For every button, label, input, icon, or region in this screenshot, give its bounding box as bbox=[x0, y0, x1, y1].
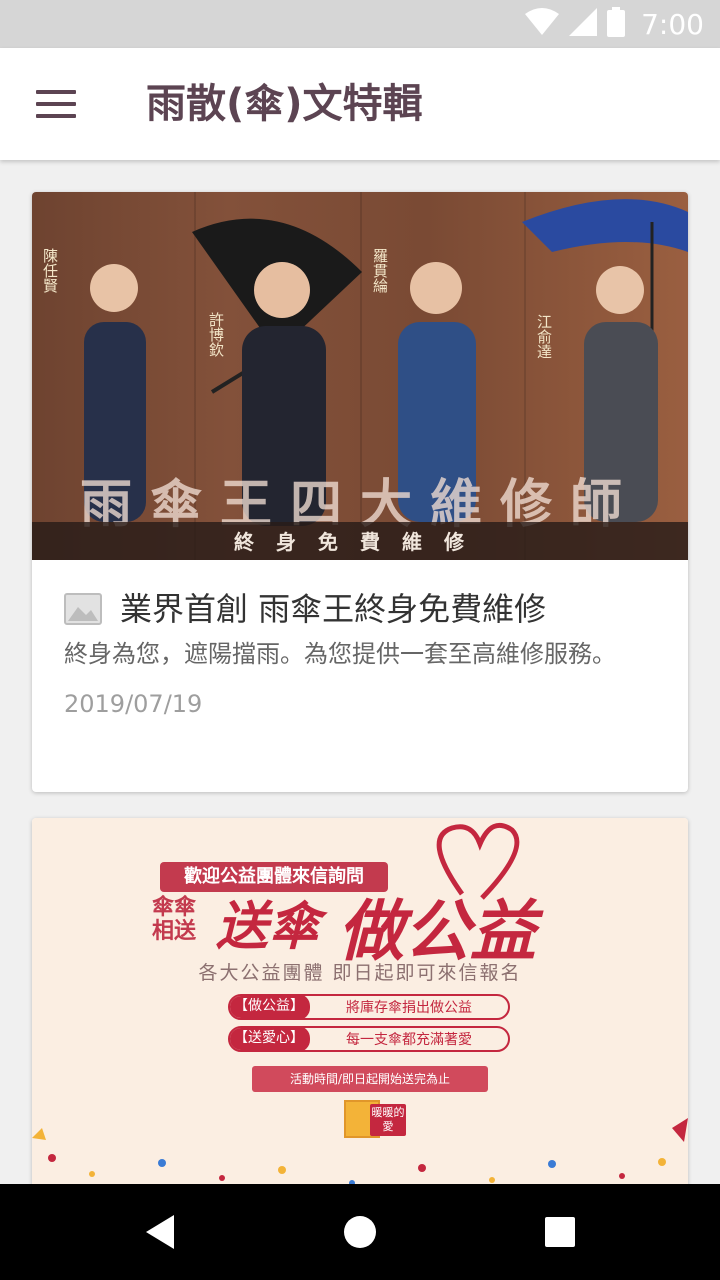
article-image: 陳任賢 許博欽 羅貫綸 江俞達 雨傘王四大維修師 終身免費維修 bbox=[32, 192, 688, 560]
promo-ribbon: 活動時間/即日起開始送完為止 bbox=[252, 1066, 488, 1092]
battery-icon bbox=[607, 7, 626, 41]
page-title: 雨散(傘)文特輯 bbox=[146, 81, 423, 127]
article-title[interactable]: 業界首創 雨傘王終身免費維修 bbox=[120, 588, 546, 630]
image-icon bbox=[64, 593, 102, 625]
status-bar: 7:00 bbox=[0, 0, 720, 48]
cellular-signal-icon bbox=[569, 8, 598, 40]
name-tag: 江俞達 bbox=[535, 314, 553, 359]
name-tag: 許博欽 bbox=[207, 312, 225, 357]
image-subtitle-text: 終身免費維修 bbox=[234, 530, 486, 554]
status-time: 7:00 bbox=[641, 7, 704, 41]
promo-row-text: 將庫存傘捐出做公益 bbox=[346, 1000, 472, 1016]
article-date: 2019/07/19 bbox=[64, 690, 203, 718]
promo-subtitle: 各大公益團體 即日起即可來信報名 bbox=[198, 962, 522, 984]
home-icon[interactable] bbox=[336, 1208, 384, 1256]
promo-small-text: 傘傘相送 bbox=[152, 895, 197, 944]
promo-row: 【做公益】 將庫存傘捐出做公益 bbox=[228, 994, 510, 1020]
article-description: 終身為您，遮陽擋雨。為您提供一套至高維修服務。 bbox=[64, 640, 616, 668]
wifi-icon bbox=[525, 8, 560, 40]
hamburger-menu-icon[interactable] bbox=[28, 78, 84, 130]
promo-row: 【送愛心】 每一支傘都充滿著愛 bbox=[228, 1026, 510, 1052]
promo-big-text: 送傘 bbox=[216, 897, 321, 957]
name-tag: 陳任賢 bbox=[41, 248, 59, 293]
promo-row-text: 每一支傘都充滿著愛 bbox=[346, 1032, 472, 1048]
article-list[interactable]: 陳任賢 許博欽 羅貫綸 江俞達 雨傘王四大維修師 終身免費維修 業界首創 雨傘王… bbox=[0, 160, 720, 1184]
article-card[interactable]: 陳任賢 許博欽 羅貫綸 江俞達 雨傘王四大維修師 終身免費維修 業界首創 雨傘王… bbox=[32, 192, 688, 792]
system-nav-bar bbox=[0, 1184, 720, 1280]
promo-row-tag: 【送愛心】 bbox=[230, 1028, 310, 1050]
app-bar: 雨散(傘)文特輯 bbox=[0, 48, 720, 160]
article-image: 歡迎公益團體來信詢問 傘傘相送 送傘 做公益 各大公益團體 即日起即可來信報名 … bbox=[32, 818, 688, 1184]
recents-icon[interactable] bbox=[536, 1208, 584, 1256]
gift-label: 暖暖的愛 bbox=[370, 1104, 406, 1136]
promo-row-tag: 【做公益】 bbox=[230, 996, 310, 1018]
article-card[interactable]: 歡迎公益團體來信詢問 傘傘相送 送傘 做公益 各大公益團體 即日起即可來信報名 … bbox=[32, 818, 688, 1184]
back-icon[interactable] bbox=[136, 1208, 184, 1256]
name-tag: 羅貫綸 bbox=[371, 248, 389, 293]
